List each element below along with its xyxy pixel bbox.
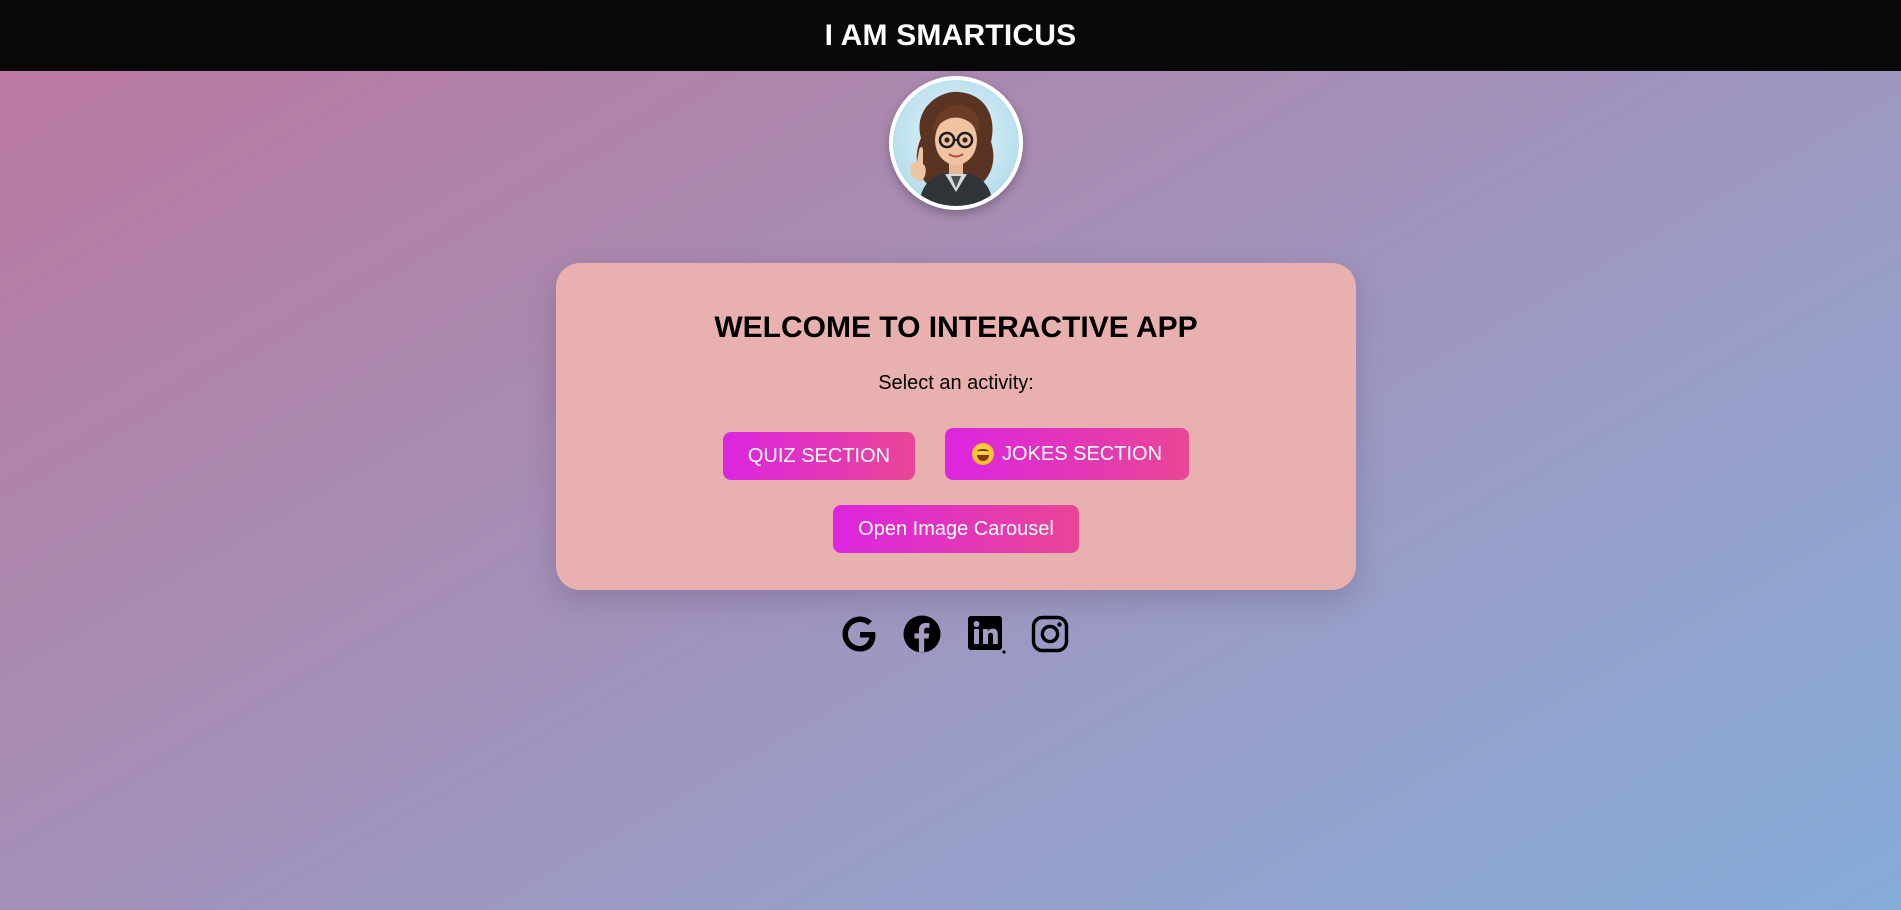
activity-prompt: Select an activity: [878,372,1034,394]
open-image-carousel-label: Open Image Carousel [858,517,1054,540]
welcome-card: WELCOME TO INTERACTIVE APP Select an act… [556,263,1356,590]
open-image-carousel-button[interactable]: Open Image Carousel [833,505,1079,553]
jokes-section-button[interactable]: JOKES SECTION [945,428,1189,480]
facebook-icon[interactable] [902,614,942,654]
social-links [840,614,1072,654]
welcome-heading: WELCOME TO INTERACTIVE APP [714,311,1198,344]
quiz-section-label: QUIZ SECTION [747,444,891,467]
google-icon[interactable] [840,614,880,654]
instagram-icon[interactable] [1030,614,1070,654]
avatar [889,76,1023,210]
top-header: I AM SMARTICUS [0,0,1901,71]
linkedin-icon[interactable] [966,614,1006,654]
quiz-section-button[interactable]: QUIZ SECTION [723,432,915,480]
app-title: I AM SMARTICUS [824,18,1077,52]
laughing-emoji-icon [971,443,994,465]
cartoon-woman-avatar-icon [910,91,994,206]
jokes-section-label: JOKES SECTION [1001,442,1163,465]
